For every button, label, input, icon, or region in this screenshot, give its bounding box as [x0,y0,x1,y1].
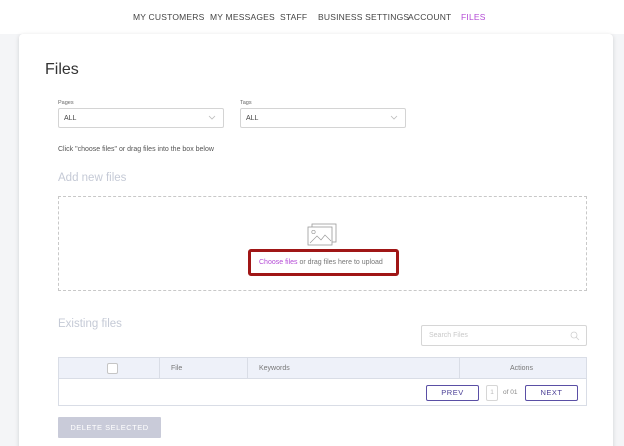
column-divider [247,358,248,379]
top-navigation: MY CUSTOMERS MY MESSAGES STAFF BUSINESS … [0,0,624,34]
file-column-header: File [171,365,183,372]
pages-select[interactable]: ALL [58,108,224,128]
upload-instruction: Choose files or drag files here to uploa… [259,259,383,266]
choose-files-link[interactable]: Choose files [259,259,298,266]
pages-select-value: ALL [64,115,77,122]
chevron-down-icon [208,115,216,120]
drag-files-text: or drag files here to upload [297,259,383,266]
search-files-input[interactable]: Search Files [421,325,587,346]
files-card: Files Pages ALL Tags ALL Click "choose f… [19,34,613,446]
files-table: File Keywords Actions PREV 1 of 01 NEXT [58,357,587,406]
next-page-button[interactable]: NEXT [525,385,578,401]
search-placeholder: Search Files [429,332,468,339]
tags-select[interactable]: ALL [240,108,406,128]
page-title: Files [45,61,79,78]
select-all-checkbox[interactable] [107,363,118,374]
search-icon [570,331,580,341]
nav-my-messages[interactable]: MY MESSAGES [210,12,275,22]
actions-column-header: Actions [510,365,533,372]
prev-page-button[interactable]: PREV [426,385,479,401]
existing-files-heading: Existing files [58,318,122,330]
tags-filter-label: Tags [240,100,252,106]
nav-business-settings[interactable]: BUSINESS SETTINGS [318,12,409,22]
delete-selected-button[interactable]: DELETE SELECTED [58,417,161,438]
table-header: File Keywords Actions [59,358,586,379]
file-dropzone[interactable]: Choose files or drag files here to uploa… [58,196,587,291]
nav-my-customers[interactable]: MY CUSTOMERS [133,12,205,22]
add-files-heading: Add new files [58,172,127,184]
page-count: of 01 [503,389,518,396]
column-divider [159,358,160,379]
chevron-down-icon [390,115,398,120]
upload-hint: Click "choose files" or drag files into … [58,146,214,153]
keywords-column-header: Keywords [259,365,290,372]
page-number-input[interactable]: 1 [486,385,498,401]
nav-staff[interactable]: STAFF [280,12,307,22]
nav-account[interactable]: ACCOUNT [408,12,451,22]
image-icon [307,223,337,246]
pages-filter-label: Pages [58,100,74,106]
nav-files[interactable]: FILES [461,12,486,22]
column-divider [459,358,460,379]
tags-select-value: ALL [246,115,259,122]
